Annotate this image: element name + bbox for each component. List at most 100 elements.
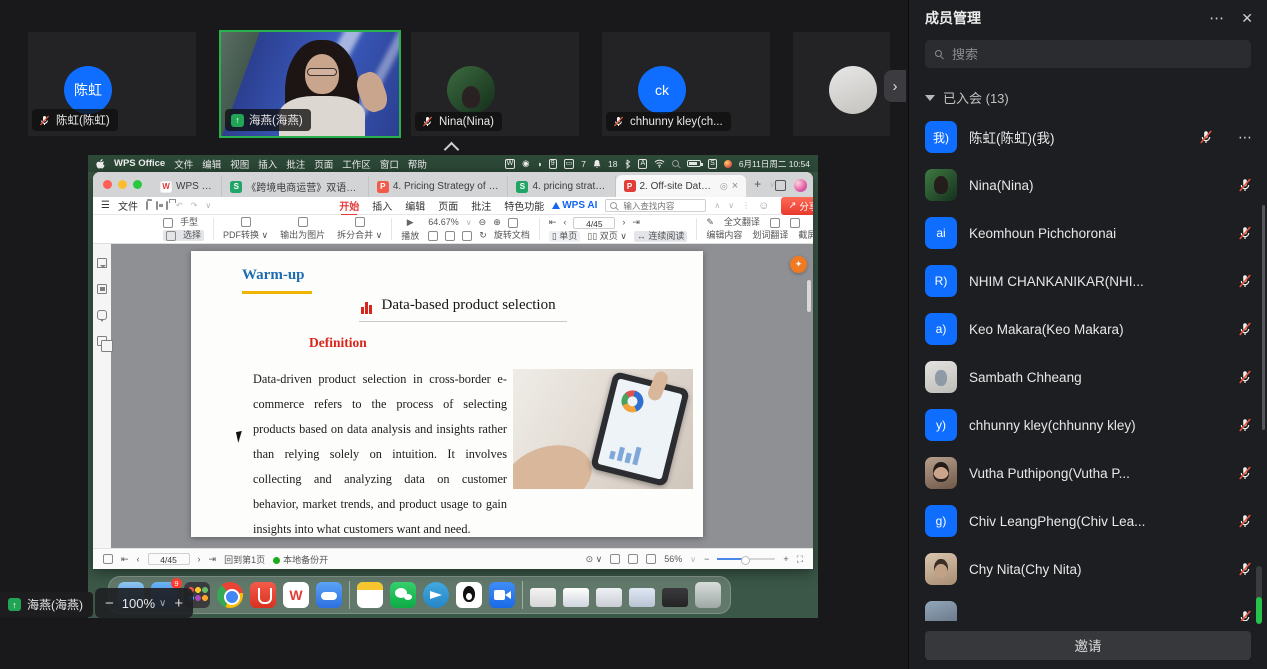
member-row[interactable]: y) chhunny kley(chhunny kley) [909, 401, 1267, 449]
member-row[interactable] [909, 593, 1267, 621]
next-participants-button[interactable]: › [884, 70, 906, 102]
search-prev-icon[interactable]: ∧ [714, 201, 720, 210]
open-file-icon[interactable] [146, 201, 148, 210]
floating-tool-button[interactable]: ✦ [790, 256, 807, 273]
clock-tray-icon[interactable]: ◑ [537, 159, 542, 169]
double-page-button[interactable]: ▯▯ 双页 ∨ [587, 231, 627, 242]
bluetooth-icon[interactable] [624, 159, 631, 169]
save-icon[interactable] [156, 201, 158, 210]
full-translate-button[interactable]: 全文翻译 [724, 217, 760, 228]
ribbon-menu-item[interactable]: 插入 [372, 196, 392, 215]
video-tile-chhunny[interactable]: ck chhunny kley(ch... [602, 32, 770, 136]
new-tab-button[interactable]: + [754, 177, 761, 191]
zoom-level[interactable]: 64.67% [428, 217, 459, 228]
layout-icon[interactable] [445, 231, 455, 241]
wifi-icon[interactable] [654, 159, 665, 168]
local-backup-status[interactable]: 本地备份开 [273, 553, 328, 566]
audio-tray-badge[interactable]: 7 [581, 159, 586, 169]
menubar-menu[interactable]: 视图 [230, 157, 249, 171]
print-icon[interactable] [166, 201, 168, 210]
mic-muted-icon[interactable] [1237, 561, 1253, 577]
undo-icon[interactable]: ↶ [176, 201, 183, 210]
bookmarks-icon[interactable] [97, 258, 107, 268]
first-page-icon[interactable]: ⇤ [549, 217, 557, 228]
member-search-box[interactable] [925, 40, 1251, 68]
rotate-doc-button[interactable]: 旋转文档 [494, 230, 530, 241]
dock-app-icon[interactable] [563, 588, 589, 607]
wps-tray-icon[interactable]: W [505, 159, 516, 169]
screenshot-button[interactable]: 截屏 ∨ [798, 230, 813, 241]
rotate-icon[interactable]: ↻ [479, 230, 487, 241]
page-indicator-input[interactable]: 4/45 [573, 217, 615, 229]
dock-app-icon[interactable] [357, 582, 383, 608]
member-row[interactable]: 我) 陈虹(陈虹)(我) ⋯ [909, 113, 1267, 161]
panel-more-button[interactable]: ⋯ [1209, 9, 1225, 27]
mic-muted-icon[interactable] [1237, 417, 1253, 433]
last-page-icon[interactable]: ⇥ [209, 554, 217, 565]
invite-button[interactable]: 邀请 [925, 631, 1251, 660]
tab-pin-icon[interactable]: ◎ [720, 181, 728, 192]
export-as-image-button[interactable]: 输出为图片 [280, 217, 325, 241]
ribbon-menu-item[interactable]: 编辑 [405, 196, 425, 215]
wps-document-tab[interactable]: 2. Off-site Data-based P ◎ × [616, 175, 747, 197]
joined-section-header[interactable]: 已入会 (13) [925, 88, 1251, 107]
wps-document-tab[interactable]: WPS Office [152, 176, 222, 197]
next-page-icon[interactable]: › [198, 554, 201, 564]
video-tile-haiyan-active-speaker[interactable]: ↑ 海燕(海燕) [219, 30, 401, 138]
collapse-strip-chevron-up-icon[interactable] [444, 142, 460, 152]
hamburger-menu-icon[interactable]: ☰ [101, 200, 110, 211]
page-indicator-input[interactable]: 4/45 [148, 553, 190, 565]
menubar-menu[interactable]: 文件 [174, 157, 193, 171]
mic-muted-icon[interactable] [1237, 177, 1253, 193]
member-row[interactable]: a) Keo Makara(Keo Makara) [909, 305, 1267, 353]
mic-muted-icon[interactable] [1237, 465, 1253, 481]
record-tray-icon[interactable]: ◉ [522, 158, 529, 169]
dock-app-icon[interactable] [283, 582, 309, 608]
mic-muted-icon[interactable] [1237, 273, 1253, 289]
attachments-icon[interactable] [97, 336, 107, 346]
input-source-icon[interactable]: A [638, 159, 647, 169]
zoom-in-button[interactable]: + [174, 595, 183, 612]
split-merge-button[interactable]: 拆分合并 ∨ [337, 217, 382, 241]
comments-icon[interactable] [97, 310, 107, 320]
bell-icon[interactable] [593, 159, 601, 169]
dock-app-icon[interactable] [390, 582, 416, 608]
panel-close-button[interactable]: ✕ [1241, 10, 1253, 27]
menubar-menu[interactable]: 批注 [286, 157, 305, 171]
last-page-icon[interactable]: ⇥ [632, 217, 640, 228]
first-page-icon[interactable]: ⇤ [121, 554, 129, 565]
menubar-clock[interactable]: 6月11日周二 10:54 [739, 158, 810, 170]
more-chevron-icon[interactable]: ∨ [205, 201, 211, 210]
zoom-level-dropdown[interactable]: 100%∨ [122, 596, 167, 611]
menubar-menu[interactable]: 窗口 [380, 157, 399, 171]
wps-document-tab[interactable]: 4. pricing strategy.xlsx [508, 176, 615, 197]
video-tile-partial[interactable] [793, 32, 890, 136]
dock-app-icon[interactable] [349, 581, 350, 609]
dock-app-icon[interactable] [250, 582, 276, 608]
dock-app-icon[interactable] [530, 588, 556, 607]
dock-app-icon[interactable] [456, 582, 482, 608]
video-tile-chenhong[interactable]: 陈虹 陈虹(陈虹) [28, 32, 196, 136]
redo-icon[interactable]: ↷ [191, 201, 198, 210]
member-row[interactable]: g) Chiv LeangPheng(Chiv Lea... [909, 497, 1267, 545]
ribbon-menu-item[interactable]: 特色功能 [504, 196, 544, 215]
zoom-in-icon[interactable]: ⊕ [493, 217, 501, 228]
mic-muted-icon[interactable] [1237, 369, 1253, 385]
continuous-read-button[interactable]: ↔ 连续阅读 [634, 231, 688, 242]
wps-document-tab[interactable]: 《跨境电商运营》双语课程安排6: [222, 176, 369, 197]
play-button[interactable]: ▶播放 [401, 217, 419, 242]
edit-content-button[interactable]: 编辑内容 [706, 230, 742, 241]
mic-muted-icon[interactable] [1237, 321, 1253, 337]
member-row[interactable]: Chy Nita(Chy Nita) [909, 545, 1267, 593]
member-row[interactable]: Nina(Nina) [909, 161, 1267, 209]
dock-app-icon[interactable] [695, 582, 721, 608]
share-document-button[interactable]: ↗分享 [781, 197, 813, 215]
wps-ai-button[interactable]: WPS AI [552, 200, 597, 211]
display-tray-icon[interactable]: ▭ [564, 159, 575, 169]
close-window-button[interactable] [103, 180, 112, 189]
file-menu[interactable]: 文件 [118, 198, 138, 213]
zoom-chevron-icon[interactable]: ∨ [690, 555, 696, 564]
back-to-first-page-button[interactable]: 回到第1页 [224, 553, 265, 566]
pdf-convert-button[interactable]: PDF转换 ∨ [223, 217, 268, 241]
dock-app-icon[interactable] [423, 582, 449, 608]
